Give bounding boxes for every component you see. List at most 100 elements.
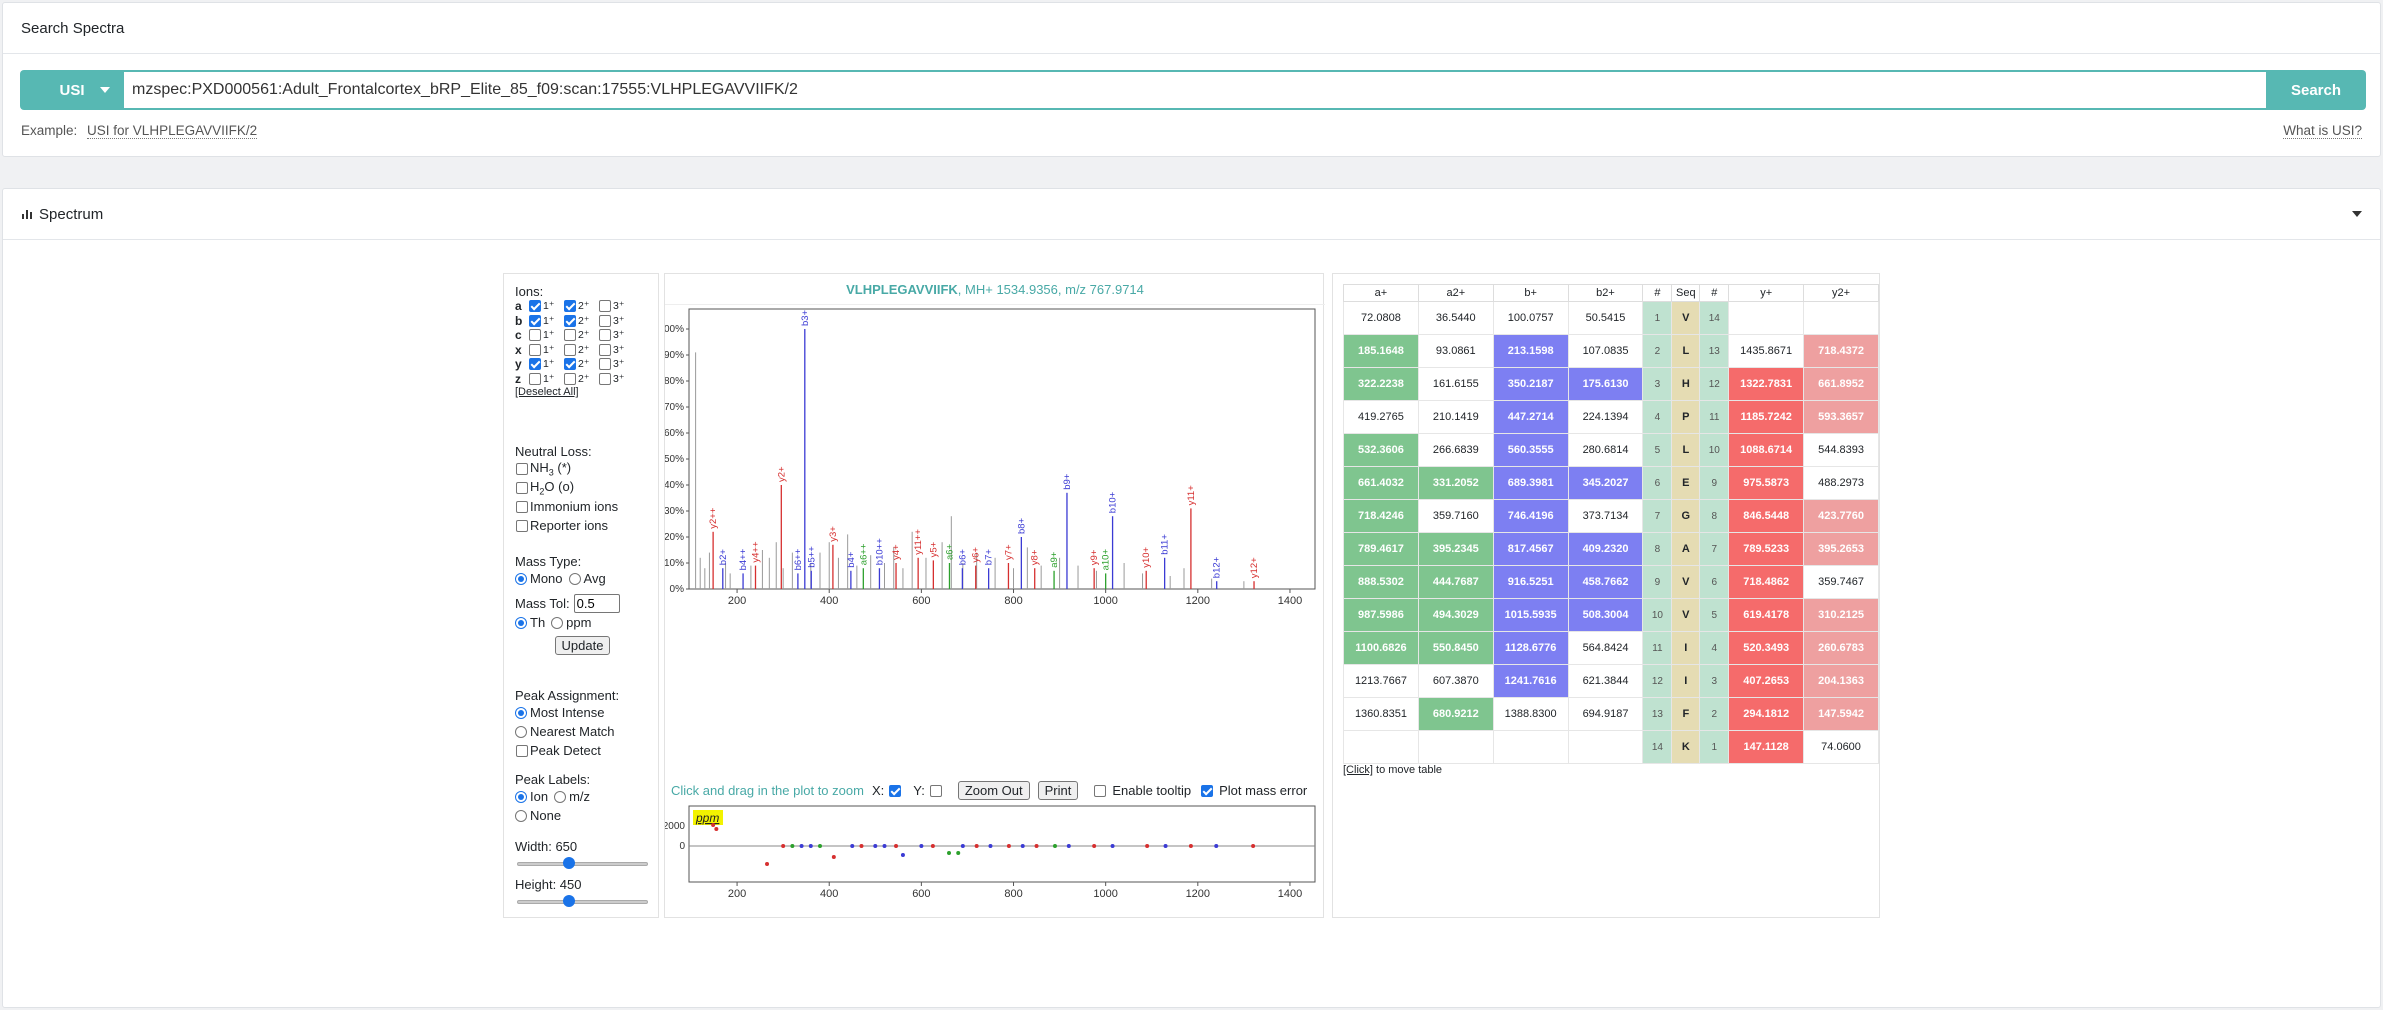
peak-label: a6+ [944, 543, 955, 560]
table-row: 72.0808 36.5440 100.0757 50.5415 1 V 14 [1343, 301, 1879, 335]
y-zoom-label: Y: [913, 783, 925, 798]
spectrum-header[interactable]: Spectrum [3, 189, 2380, 240]
mz-radio[interactable] [554, 790, 567, 803]
ion-b-charge-1-checkbox[interactable] [529, 314, 541, 327]
peak-label: b4++ [738, 548, 749, 570]
ion-c-charge-2-checkbox[interactable] [564, 329, 576, 342]
cell-n1: 5 [1642, 433, 1673, 467]
height-label: Height: 450 [515, 877, 582, 892]
cell-seq: K [1671, 730, 1701, 764]
deselect-all-link[interactable]: [Deselect All] [515, 386, 650, 398]
ion-z-charge-3-checkbox[interactable] [599, 372, 611, 385]
peak-assignment-box: Peak Assignment: Most Intense Nearest Ma… [515, 688, 650, 760]
ion-y-charge-3-checkbox[interactable] [599, 358, 611, 371]
ion-a-charge-3-checkbox[interactable] [599, 300, 611, 313]
cell-n2: 9 [1699, 466, 1730, 500]
peak-labels-label: Peak Labels: [515, 772, 591, 787]
nh3-checkbox[interactable] [516, 462, 528, 475]
peak-label: y4+ [891, 544, 902, 560]
charge-label: 1⁺ [543, 300, 555, 313]
zoom-out-button[interactable]: Zoom Out [957, 781, 1030, 800]
error-point [818, 844, 823, 848]
enable-tooltip-checkbox[interactable] [1094, 784, 1107, 797]
example-link[interactable]: USI for VLHPLEGAVVIIFK/2 [87, 123, 258, 139]
ion-a-charge-1-checkbox[interactable] [529, 300, 541, 313]
x-tick-label: 400 [820, 595, 838, 607]
cell-a: 185.1648 [1343, 334, 1419, 368]
none-radio[interactable] [515, 809, 527, 822]
height-slider-thumb[interactable] [563, 895, 575, 907]
ppm-radio[interactable] [551, 616, 564, 629]
spectrum-plot[interactable]: 0% 10% 20% 30% 40% 50% 60% 70% 80% 90% 100% 200 400 6… [665, 305, 1325, 775]
mass-error-plot[interactable]: ppm 2000 0 200 400 600 800 1000 1200 1400 [665, 804, 1325, 909]
nearest-match-radio[interactable] [515, 725, 527, 738]
cell-y: 147.1128 [1728, 730, 1805, 764]
ion-b-charge-3-checkbox[interactable] [599, 314, 611, 327]
cell-y2: 593.3657 [1803, 400, 1879, 434]
ion-x-charge-2-checkbox[interactable] [564, 343, 576, 356]
none-option[interactable]: None [515, 806, 650, 825]
ion-z-charge-2-checkbox[interactable] [564, 372, 576, 385]
h2o-option[interactable]: H2O (o) [515, 478, 650, 497]
peak-detect-checkbox[interactable] [516, 744, 528, 757]
nearest-match-option[interactable]: Nearest Match [515, 722, 650, 741]
width-slider-thumb[interactable] [563, 857, 575, 869]
cell-a2: 210.1419 [1417, 400, 1494, 434]
what-is-usi-link[interactable]: What is USI? [2283, 123, 2362, 139]
ppm-label: ppm [695, 811, 719, 825]
peak-detect-option[interactable]: Peak Detect [515, 741, 650, 760]
immonium-option[interactable]: Immonium ions [515, 497, 650, 516]
collapse-chevron-icon[interactable] [2352, 211, 2362, 217]
update-button[interactable]: Update [554, 636, 611, 655]
usi-input[interactable] [124, 70, 2266, 110]
most-intense-radio[interactable] [515, 706, 527, 719]
plot-mass-error-checkbox[interactable] [1201, 784, 1214, 797]
mass-tol-input[interactable] [573, 594, 620, 613]
cell-n1: 1 [1642, 301, 1673, 335]
avg-label: Avg [583, 571, 606, 586]
table-row: 419.2765 210.1419 447.2714 224.1394 4 P 11 1185… [1343, 400, 1879, 434]
search-button[interactable]: Search [2266, 70, 2366, 110]
width-slider[interactable] [515, 856, 650, 870]
most-intense-option[interactable]: Most Intense [515, 703, 650, 722]
nh3-option[interactable]: NH3 (*) [515, 459, 650, 478]
print-button[interactable]: Print [1037, 781, 1079, 800]
cell-y: 846.5448 [1728, 499, 1805, 533]
table-row: 1360.8351 680.9212 1388.8300 694.9187 13 F 2 29… [1343, 697, 1879, 731]
usi-dropdown-button[interactable]: USI [20, 70, 124, 110]
example-line: Example: USI for VLHPLEGAVVIIFK/2 [21, 123, 258, 139]
h2o-checkbox[interactable] [516, 481, 528, 494]
peak-label: a6++ [858, 543, 869, 565]
cell-n1: 11 [1642, 631, 1673, 665]
cell-y: 294.1812 [1728, 697, 1805, 731]
ion-y-charge-1-checkbox[interactable] [529, 358, 541, 371]
cell-n1: 6 [1642, 466, 1673, 500]
avg-radio[interactable] [568, 572, 581, 585]
y-zoom-checkbox[interactable] [929, 784, 942, 797]
height-slider[interactable] [515, 894, 650, 908]
peak-label: a9+ [1049, 551, 1060, 568]
peak-label: b5++ [806, 546, 817, 568]
ion-a-charge-2-checkbox[interactable] [564, 300, 576, 313]
y-tick-label: 0% [670, 584, 685, 595]
th-radio[interactable] [515, 616, 527, 629]
ion-z-charge-1-checkbox[interactable] [529, 372, 541, 385]
error-point [1006, 844, 1011, 848]
reporter-option[interactable]: Reporter ions [515, 516, 650, 535]
cell-b: 447.2714 [1492, 400, 1569, 434]
ion-b-charge-2-checkbox[interactable] [564, 314, 576, 327]
mono-radio[interactable] [515, 572, 527, 585]
immonium-checkbox[interactable] [516, 500, 528, 513]
ion-c-charge-3-checkbox[interactable] [599, 329, 611, 342]
ion-c-charge-1-checkbox[interactable] [529, 329, 541, 342]
move-table-link[interactable]: [Click] [1343, 764, 1373, 776]
x-zoom-checkbox[interactable] [889, 784, 902, 797]
ion-radio[interactable] [515, 790, 527, 803]
ion-y-charge-2-checkbox[interactable] [564, 358, 576, 371]
cell-y: 1322.7831 [1728, 367, 1805, 401]
cell-n2: 2 [1699, 697, 1730, 731]
ion-x-charge-1-checkbox[interactable] [529, 343, 541, 356]
error-point [956, 851, 961, 855]
reporter-checkbox[interactable] [516, 519, 528, 532]
ion-x-charge-3-checkbox[interactable] [599, 343, 611, 356]
